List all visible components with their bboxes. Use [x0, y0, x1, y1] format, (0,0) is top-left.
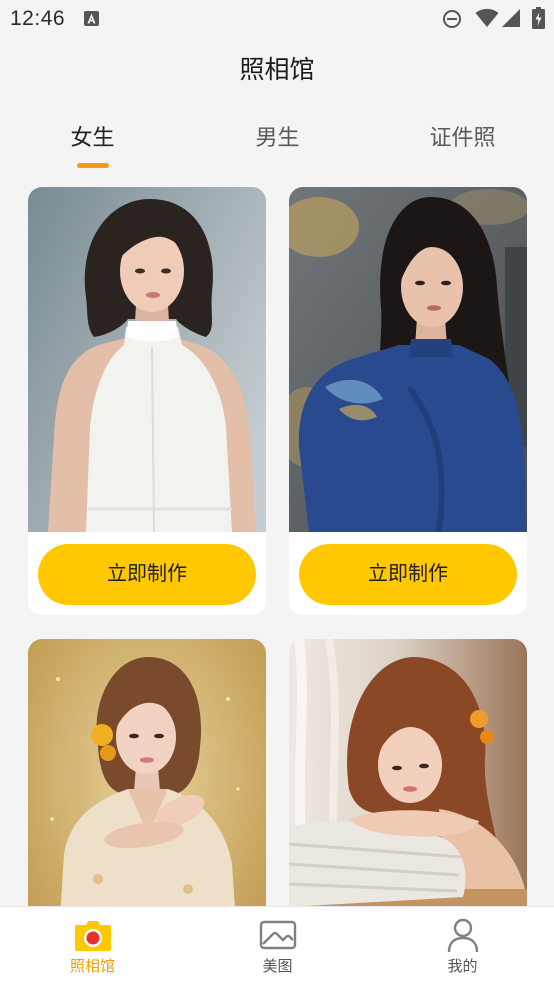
template-card[interactable]: 立即制作 [28, 187, 266, 615]
portrait-image [289, 187, 527, 532]
tab-label: 男生 [255, 125, 300, 150]
wifi-icon [475, 8, 499, 27]
nav-label: 照相馆 [69, 958, 115, 975]
camera-icon [73, 917, 113, 953]
app-screen: 12:46 照相馆 女生 男生 证件照 立即制作 立即制作 照相馆 美图 我的 [0, 0, 554, 984]
page-title: 照相馆 [239, 56, 315, 84]
nav-label: 我的 [447, 958, 478, 975]
template-card[interactable]: 立即制作 [289, 187, 527, 615]
image-icon [258, 917, 298, 953]
do-not-disturb-icon [443, 10, 461, 28]
signal-icon [502, 9, 520, 27]
tab-id-photo[interactable]: 证件照 [370, 120, 554, 172]
bottom-nav: 照相馆 美图 我的 [0, 906, 554, 984]
tab-label: 女生 [70, 125, 115, 150]
status-time: 12:46 [10, 7, 66, 30]
tab-active-indicator [76, 163, 109, 168]
portrait-illustration [28, 187, 266, 532]
portrait-illustration [289, 187, 527, 532]
person-icon [443, 917, 483, 953]
portrait-image [28, 187, 266, 532]
tab-bar: 女生 男生 证件照 [0, 120, 554, 172]
a-notification-icon [84, 11, 99, 26]
make-now-button[interactable]: 立即制作 [299, 544, 517, 605]
nav-label: 美图 [262, 958, 293, 975]
nav-item-profile[interactable]: 我的 [370, 907, 554, 984]
nav-item-studio[interactable]: 照相馆 [0, 907, 185, 984]
make-now-button[interactable]: 立即制作 [38, 544, 256, 605]
battery-charging-icon [532, 7, 545, 29]
nav-item-gallery[interactable]: 美图 [185, 907, 370, 984]
tab-male[interactable]: 男生 [185, 120, 370, 172]
tab-female[interactable]: 女生 [0, 120, 185, 172]
status-bar: 12:46 [0, 0, 554, 38]
tab-label: 证件照 [429, 125, 496, 150]
